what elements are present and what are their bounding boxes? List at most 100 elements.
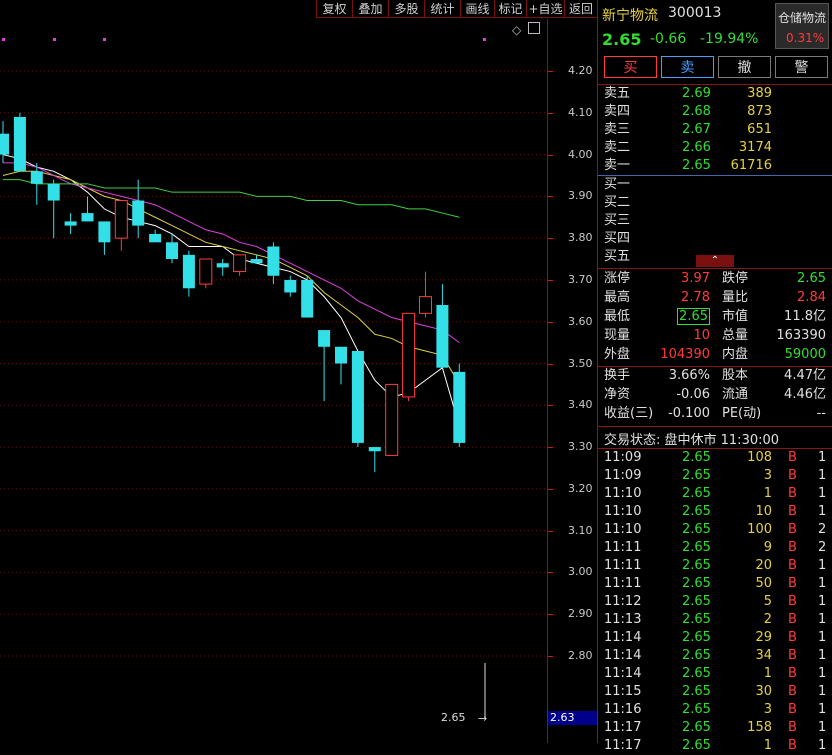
tick-price: 2.65 — [682, 576, 711, 591]
marker-dot — [483, 38, 486, 41]
axis-label: 2.80 — [568, 649, 593, 662]
tick-row[interactable]: 11:17 2.65 1 B 1 — [604, 737, 832, 755]
bid-row[interactable]: 买二 — [604, 194, 832, 212]
tick-volume: 3 — [763, 702, 772, 717]
add-watchlist-button[interactable]: +自选 — [526, 0, 564, 18]
axis-tick — [548, 572, 553, 574]
tick-row[interactable]: 11:13 2.65 2 B 1 — [604, 611, 832, 629]
tick-count: 1 — [818, 648, 827, 663]
quote-sidebar: 新宁物流 300013 2.65 -0.66 -19.94% 仓储物流 0.31… — [597, 0, 832, 753]
ma-line-ma10 — [2, 170, 460, 385]
axis-label: 4.20 — [568, 64, 593, 77]
back-button[interactable]: 返回 — [564, 0, 597, 18]
stat-label: 涨停 — [604, 271, 631, 286]
marker-dot — [53, 38, 56, 41]
tick-volume: 10 — [755, 504, 772, 519]
marker-dot — [2, 38, 5, 41]
ask-volume: 389 — [747, 86, 772, 101]
draw-line-button[interactable]: 画线 — [460, 0, 494, 18]
axis-label: 3.40 — [568, 398, 593, 412]
tick-time: 11:09 — [604, 468, 642, 483]
expand-panel-icon[interactable] — [528, 22, 540, 34]
candle-body — [30, 171, 43, 184]
stat-label: 外盘 — [604, 347, 631, 362]
axis-tick — [548, 405, 553, 407]
collapse-book-button[interactable]: ⌃ — [696, 255, 734, 267]
cancel-order-button[interactable]: 撤 — [718, 56, 771, 78]
tick-side: B — [788, 594, 797, 609]
tick-count: 2 — [818, 522, 827, 537]
stat-label: 收益(三) — [604, 406, 654, 421]
tick-row[interactable]: 11:10 2.65 10 B 1 — [604, 503, 832, 521]
tick-price: 2.65 — [682, 666, 711, 681]
tick-row[interactable]: 11:09 2.65 3 B 1 — [604, 467, 832, 485]
kline-chart[interactable] — [0, 0, 547, 743]
tick-count: 1 — [818, 504, 827, 519]
tick-time: 11:10 — [604, 504, 642, 519]
tick-row[interactable]: 11:11 2.65 50 B 1 — [604, 575, 832, 593]
tick-row[interactable]: 11:10 2.65 100 B 2 — [604, 521, 832, 539]
diamond-icon[interactable]: ◇ — [512, 23, 521, 37]
bid-row[interactable]: 买三 — [604, 212, 832, 230]
tick-volume: 1 — [763, 486, 772, 501]
candle-body — [419, 296, 432, 314]
buy-button[interactable]: 买 — [604, 56, 657, 78]
axis-label: 4.10 — [568, 105, 593, 119]
stat-value: -0.06 — [676, 387, 710, 402]
tick-row[interactable]: 11:15 2.65 30 B 1 — [604, 683, 832, 701]
candle-body — [284, 279, 297, 293]
stat-value: 10 — [693, 328, 710, 343]
candle-body — [250, 259, 263, 264]
bid-row[interactable]: 买一 — [604, 176, 832, 194]
tick-row[interactable]: 11:12 2.65 5 B 1 — [604, 593, 832, 611]
bid-row[interactable]: 买四 — [604, 230, 832, 248]
tick-time: 11:14 — [604, 630, 642, 645]
stat-row: 最低 2.65 市值 11.8亿 — [604, 308, 832, 326]
stat-value: 3.66% — [668, 368, 710, 383]
tick-side: B — [788, 702, 797, 717]
tick-row[interactable]: 11:10 2.65 1 B 1 — [604, 485, 832, 503]
candle-body — [182, 254, 195, 289]
stat-label: PE(动) — [722, 406, 762, 421]
tick-row[interactable]: 11:09 2.65 108 B 1 — [604, 449, 832, 467]
tick-count: 1 — [818, 468, 827, 483]
tick-row[interactable]: 11:16 2.65 3 B 1 — [604, 701, 832, 719]
ask-volume: 61716 — [730, 158, 772, 173]
mark-button[interactable]: 标记 — [494, 0, 526, 18]
ask-row[interactable]: 卖一 2.65 61716 — [604, 157, 832, 175]
tick-row[interactable]: 11:11 2.65 20 B 1 — [604, 557, 832, 575]
ask-row[interactable]: 卖二 2.66 3174 — [604, 139, 832, 157]
tick-count: 1 — [818, 684, 827, 699]
tick-volume: 20 — [755, 558, 772, 573]
tick-time: 11:17 — [604, 720, 642, 735]
tick-row[interactable]: 11:14 2.65 34 B 1 — [604, 647, 832, 665]
ask-row[interactable]: 卖四 2.68 873 — [604, 103, 832, 121]
tick-time: 11:17 — [604, 738, 642, 753]
ask-price: 2.65 — [682, 158, 711, 173]
tick-row[interactable]: 11:14 2.65 1 B 1 — [604, 665, 832, 683]
tick-row[interactable]: 11:11 2.65 9 B 2 — [604, 539, 832, 557]
ask-row[interactable]: 卖五 2.69 389 — [604, 85, 832, 103]
axis-label: 2.90 — [568, 607, 593, 621]
tick-volume: 100 — [747, 522, 772, 537]
sector-box[interactable]: 仓储物流 0.31% — [775, 3, 829, 49]
stat-value: 4.47亿 — [784, 368, 826, 383]
candle-body — [114, 200, 128, 239]
overlay-button[interactable]: 叠加 — [352, 0, 388, 18]
axis-tick — [548, 279, 553, 281]
axis-tick — [548, 154, 553, 156]
restore-rights-button[interactable]: 复权 — [316, 0, 352, 18]
tick-volume: 2 — [763, 612, 772, 627]
tick-row[interactable]: 11:14 2.65 29 B 1 — [604, 629, 832, 647]
alert-button[interactable]: 警 — [775, 56, 828, 78]
axis-tick — [548, 656, 553, 657]
bid-label: 买五 — [604, 249, 631, 264]
ask-label: 卖四 — [604, 104, 631, 119]
statistics-button[interactable]: 统计 — [424, 0, 460, 18]
tick-row[interactable]: 11:17 2.65 158 B 1 — [604, 719, 832, 737]
tick-volume: 1 — [763, 738, 772, 753]
sell-button[interactable]: 卖 — [661, 56, 714, 78]
multi-stock-button[interactable]: 多股 — [388, 0, 424, 18]
ask-row[interactable]: 卖三 2.67 651 — [604, 121, 832, 139]
stat-label: 市值 — [722, 309, 749, 324]
